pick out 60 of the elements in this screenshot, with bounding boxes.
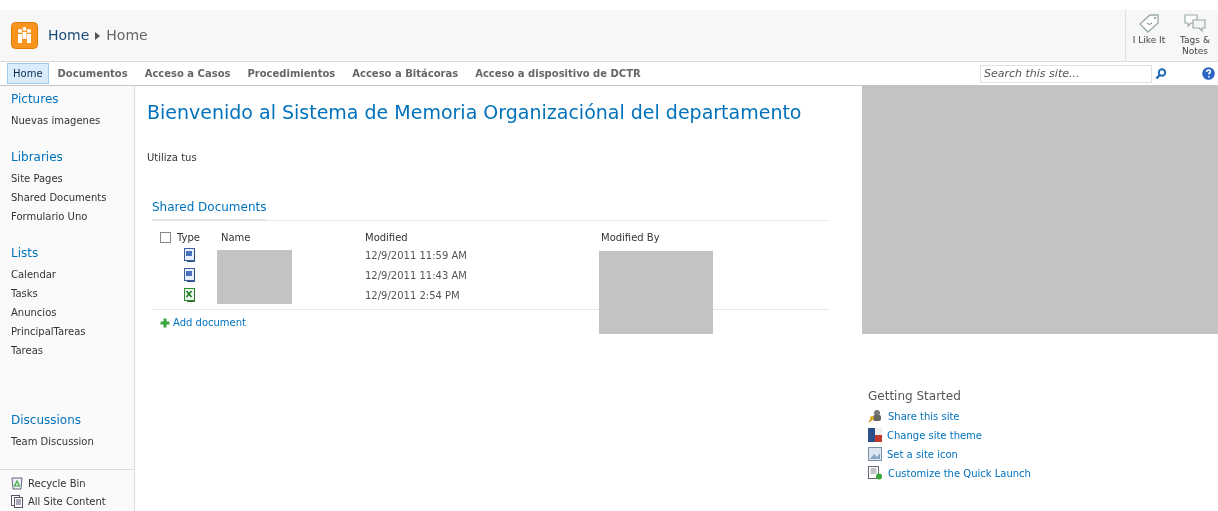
breadcrumb-link[interactable]: Home [106,25,148,46]
nav-link[interactable]: Tasks [11,284,38,303]
color-squares-icon [868,428,882,442]
column-header[interactable]: Type [177,229,221,245]
tags-notes-button[interactable]: Tags & Notes [1172,10,1218,61]
nav-tab[interactable]: Documentos [49,63,136,84]
nav-tab[interactable]: Acceso a Casos [136,63,239,84]
nav-link[interactable]: Site Pages [11,169,63,188]
nav-heading[interactable]: Libraries [11,150,63,165]
getting-started-link[interactable]: Share this site [888,408,960,424]
nav-tab[interactable]: Procedimientos [239,63,344,84]
nav-tab[interactable]: Acceso a Bitácoras [344,63,467,84]
library-title[interactable]: Shared Documents [152,198,267,220]
search-icon[interactable] [1153,65,1169,82]
getting-started-link[interactable]: Customize the Quick Launch [888,465,1031,481]
document-icon [183,248,197,262]
page-title: Bienvenido al Sistema de Memoria Organizaciónal del departamento [147,100,803,124]
nav-heading[interactable]: Discussions [11,413,82,428]
nav-heading[interactable]: Pictures [11,92,59,107]
getting-started-link[interactable]: Set a site icon [887,446,958,462]
breadcrumb-link[interactable]: Home [48,25,90,46]
nav-link[interactable]: Recycle Bin [28,476,86,491]
add-document-link[interactable]: Add document [173,315,246,330]
column-header[interactable]: Modified By [601,229,721,245]
checkbox[interactable] [160,231,171,243]
nav-link[interactable]: Formulario Uno [11,207,88,226]
help-icon[interactable] [1202,67,1215,80]
nav-tab[interactable]: Home [7,63,49,84]
spreadsheet-icon [183,288,197,302]
table-cell: 12/9/2011 2:54 PM [365,289,460,301]
nav-link[interactable]: Nuevas imagenes [11,111,101,130]
nav-heading[interactable]: Lists [11,246,39,261]
tag-icon [1138,13,1160,33]
nav-tab[interactable]: Acceso a dispositivo de DCTR [467,63,649,84]
recycle-bin-icon [11,477,23,490]
getting-started-heading: Getting Started [868,388,962,405]
like-button[interactable]: I Like It [1126,10,1172,61]
search-field[interactable]: Search this site... [980,64,1152,83]
nav-link[interactable]: Shared Documents [11,188,107,207]
table-cell: 12/9/2011 11:43 AM [365,269,467,281]
people-key-icon [868,409,883,423]
documents-icon [11,495,23,508]
breadcrumb-arrow-icon [95,31,101,40]
plus-icon [160,317,170,328]
document-icon [183,268,197,282]
table-cell: 12/9/2011 11:59 AM [365,249,467,261]
nav-link[interactable]: PrincipalTareas [11,322,86,341]
nav-link[interactable]: Calendar [11,265,56,284]
column-header[interactable]: Name [221,229,365,245]
nav-link[interactable]: Tareas [11,341,43,360]
column-header[interactable]: Modified [365,229,601,245]
nav-link[interactable]: All Site Content [28,494,106,509]
image-icon [868,447,882,461]
nav-link[interactable]: Team Discussion [11,432,94,451]
speech-bubbles-icon [1183,13,1207,33]
getting-started-link[interactable]: Change site theme [887,427,982,443]
intro-text: Utiliza tus [147,151,198,165]
site-logo-icon [11,22,38,49]
nav-link[interactable]: Anuncios [11,303,57,322]
document-edit-icon [868,466,883,480]
